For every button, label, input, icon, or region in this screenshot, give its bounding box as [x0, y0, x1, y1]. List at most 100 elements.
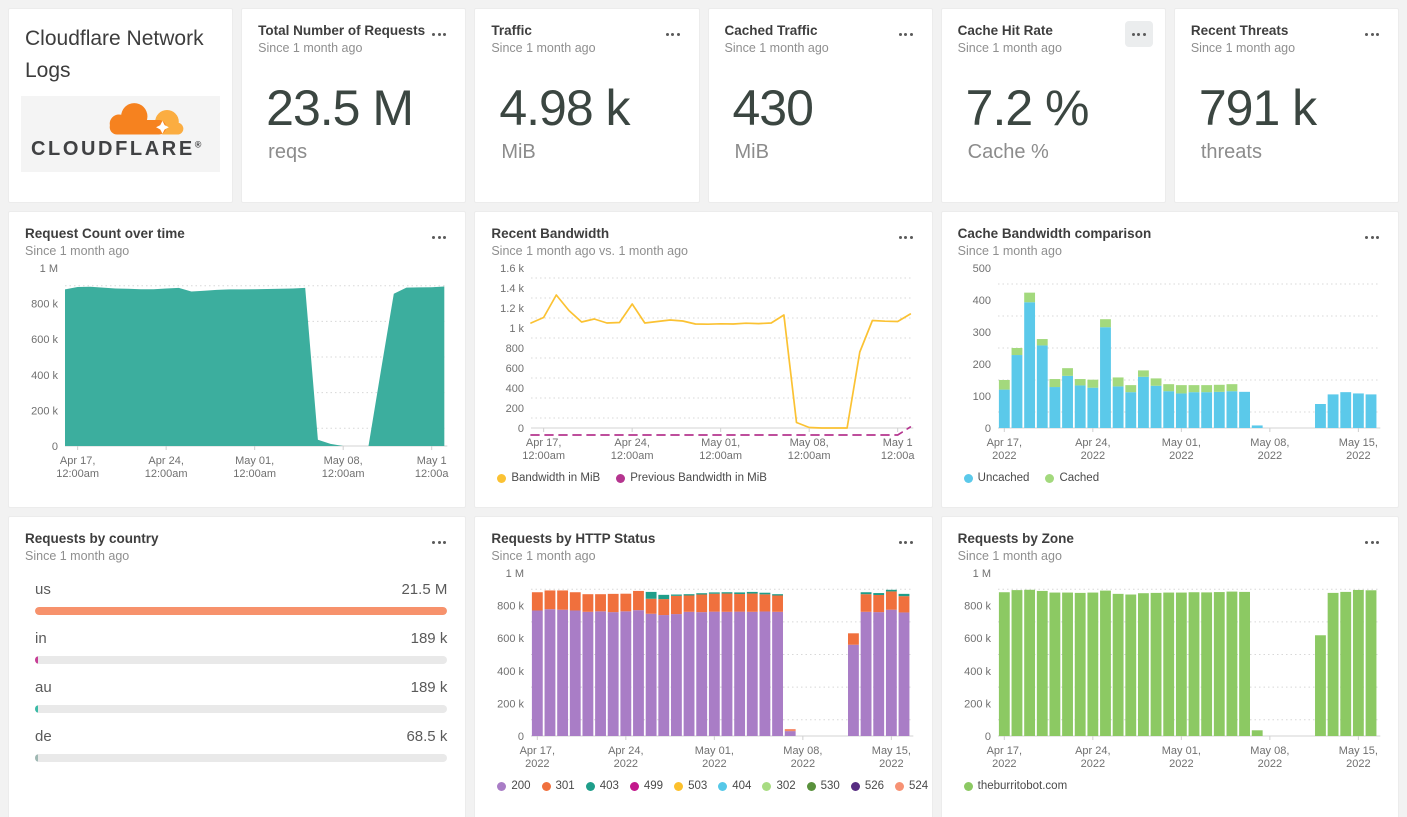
legend-dot-icon: [850, 781, 860, 791]
country-bar-fill[interactable]: [35, 607, 448, 615]
legend-label: 403: [599, 780, 619, 792]
stat-recent-threats: Recent Threats Since 1 month ago 791 k t…: [1173, 8, 1399, 203]
cache-bandwidth-bar-chart[interactable]: 500 400 300 200 100 0 Apr 17, 2022 Apr 24, 2022 Ma…: [958, 258, 1382, 470]
svg-text:0: 0: [985, 423, 991, 435]
svg-text:400 k: 400 k: [497, 666, 524, 678]
legend-item[interactable]: Uncached: [963, 472, 1030, 484]
legend-item[interactable]: 403: [585, 780, 619, 792]
svg-text:400: 400: [972, 295, 990, 307]
svg-text:200: 200: [972, 359, 990, 371]
ellipsis-icon[interactable]: [1358, 224, 1386, 250]
ellipsis-icon[interactable]: [892, 21, 920, 47]
legend-item[interactable]: 524: [895, 780, 928, 792]
stat-title: Cache Hit Rate: [957, 23, 1053, 38]
country-bar-fill[interactable]: [35, 705, 38, 713]
svg-text:1 k: 1 k: [510, 323, 525, 335]
http-status-bar-chart[interactable]: 1 M 800 k 600 k 400 k 200 k 0 Apr 17, 2022 Apr 2…: [491, 563, 915, 778]
svg-text:400: 400: [506, 383, 524, 395]
stat-value: 430: [732, 80, 814, 136]
legend-dot-icon: [1045, 473, 1055, 483]
svg-text:1 M: 1 M: [40, 263, 58, 275]
stat-subtitle: Since 1 month ago: [491, 41, 596, 55]
stat-subtitle: Since 1 month ago: [957, 41, 1062, 55]
legend-label: 302: [776, 780, 796, 792]
chart-title: Requests by HTTP Status: [491, 531, 656, 546]
country-row: in 189 k: [35, 630, 448, 664]
legend-item[interactable]: 200: [497, 780, 531, 792]
chart-requests-by-zone-panel: Requests by Zone Since 1 month ago 1 M 80…: [940, 516, 1399, 817]
ellipsis-icon[interactable]: [1358, 21, 1386, 47]
svg-text:May 01,2022: May 01, 2022: [1161, 437, 1200, 462]
legend-item[interactable]: Previous Bandwidth in MiB: [616, 472, 767, 484]
legend-item[interactable]: Cached: [1045, 472, 1099, 484]
ellipsis-icon[interactable]: [425, 529, 453, 555]
cloudflare-logo-text: CLOUDFLARE®: [31, 138, 204, 160]
legend-item[interactable]: 503: [674, 780, 707, 792]
svg-text:May 08,2022: May 08, 2022: [784, 745, 823, 770]
chart-subtitle: Since 1 month ago: [957, 244, 1062, 258]
svg-text:Apr 17,2022: Apr 17, 2022: [520, 745, 555, 770]
svg-text:600 k: 600 k: [964, 633, 991, 645]
country-bars: us 21.5 M in 189 k au 189 k de 68.5 k: [35, 581, 448, 762]
stat-title: Recent Threats: [1190, 23, 1289, 38]
legend-item[interactable]: 404: [718, 780, 751, 792]
request-count-area-chart[interactable]: 1 M 800 k 600 k 400 k 200 k 0 Apr 17, 12:00am Ap…: [25, 258, 449, 488]
svg-text:0: 0: [985, 731, 991, 743]
country-value: 189 k: [410, 630, 448, 647]
legend-dot-icon: [963, 781, 973, 791]
country-row: us 21.5 M: [35, 581, 448, 615]
ellipsis-icon[interactable]: [425, 224, 453, 250]
ellipsis-icon[interactable]: [425, 21, 453, 47]
svg-text:1 M: 1 M: [506, 568, 524, 580]
country-value: 21.5 M: [401, 581, 448, 598]
chart-requests-by-country-panel: Requests by country Since 1 month ago us…: [8, 516, 467, 817]
svg-text:Apr 17,2022: Apr 17, 2022: [986, 745, 1021, 770]
legend-label: Bandwidth in MiB: [511, 472, 601, 484]
svg-text:May 08,12:00am: May 08, 12:00am: [788, 437, 831, 462]
legend-item[interactable]: 499: [629, 780, 663, 792]
legend-item[interactable]: 526: [850, 780, 884, 792]
ellipsis-icon[interactable]: [1358, 529, 1386, 555]
country-label: in: [35, 630, 47, 647]
svg-text:May 08,2022: May 08, 2022: [1250, 745, 1289, 770]
ellipsis-icon[interactable]: [892, 224, 920, 250]
legend-label: theburritobot.com: [977, 780, 1068, 792]
svg-text:Apr 24,12:00am: Apr 24, 12:00am: [145, 455, 188, 480]
svg-text:1.2 k: 1.2 k: [500, 303, 524, 315]
stat-title: Traffic: [491, 23, 532, 38]
legend-dot-icon: [541, 781, 551, 791]
legend-dot-icon: [895, 781, 905, 791]
ellipsis-icon[interactable]: [1124, 21, 1153, 47]
ellipsis-icon[interactable]: [892, 529, 920, 555]
stat-value: 7.2 %: [965, 80, 1090, 136]
legend-dot-icon: [497, 473, 507, 483]
legend-item[interactable]: Bandwidth in MiB: [497, 472, 600, 484]
ellipsis-icon[interactable]: [659, 21, 687, 47]
svg-text:300: 300: [972, 327, 990, 339]
legend-label: 404: [732, 780, 752, 792]
svg-text:Apr 17,12:00am: Apr 17, 12:00am: [523, 437, 566, 462]
legend-item[interactable]: theburritobot.com: [963, 780, 1068, 792]
legend-label: 530: [820, 780, 840, 792]
zone-bar-chart[interactable]: 1 M 800 k 600 k 400 k 200 k 0 Apr 17, 2022 Apr 2…: [958, 563, 1382, 778]
svg-text:1 M: 1 M: [972, 568, 990, 580]
country-bar-fill[interactable]: [35, 656, 38, 664]
legend-label: Uncached: [977, 472, 1030, 484]
recent-bandwidth-line-chart[interactable]: 1.6 k 1.4 k 1.2 k 1 k 800 600 400 200 0 Apr 17, 12…: [491, 258, 915, 470]
country-bar-fill[interactable]: [35, 754, 38, 762]
stat-cache-hit-rate: Cache Hit Rate Since 1 month ago 7.2 % C…: [940, 8, 1166, 203]
legend: 200 301 403 499 503 404 302 530 526 524: [491, 780, 928, 792]
legend-item[interactable]: 302: [762, 780, 796, 792]
svg-text:May 15,2022: May 15, 2022: [1338, 437, 1377, 462]
legend-label: Cached: [1059, 472, 1100, 484]
legend-item[interactable]: 301: [541, 780, 575, 792]
country-bar-track: [35, 656, 448, 664]
stat-title: Cached Traffic: [724, 23, 818, 38]
svg-text:May 01,12:00am: May 01, 12:00am: [700, 437, 743, 462]
country-bar-track: [35, 754, 448, 762]
legend: theburritobot.com: [958, 780, 1382, 792]
legend-item[interactable]: 530: [806, 780, 840, 792]
legend-dot-icon: [963, 473, 973, 483]
svg-text:500: 500: [972, 263, 990, 275]
svg-text:May 15,2022: May 15, 2022: [1338, 745, 1377, 770]
